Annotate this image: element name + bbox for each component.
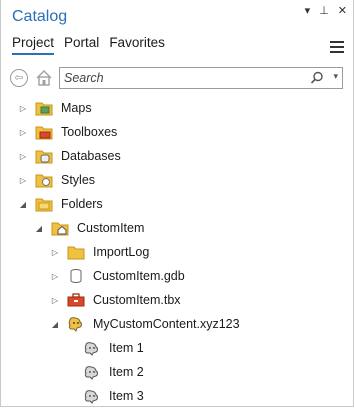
maps-folder-icon: [35, 100, 53, 116]
tab-project[interactable]: Project: [12, 35, 55, 55]
folder-icon: [67, 244, 85, 260]
toolbox-icon: [67, 292, 85, 308]
search-input[interactable]: [64, 70, 294, 86]
back-arrow-icon: ⇦: [10, 69, 28, 87]
collapse-arrow-icon[interactable]: ◢: [33, 224, 45, 233]
tree-item-folders[interactable]: ◢ Folders: [17, 192, 103, 216]
tree-item-label: Item 3: [109, 389, 144, 403]
tree-item-customitem-tbx[interactable]: ▷ CustomItem.tbx: [49, 288, 181, 312]
folders-icon: [35, 196, 53, 212]
close-icon[interactable]: ✕: [338, 5, 347, 17]
tree-item-mycustomcontent[interactable]: ◢ MyCustomContent.xyz123: [49, 312, 240, 336]
menu-icon[interactable]: [330, 41, 344, 56]
expand-arrow-icon[interactable]: ▷: [49, 296, 61, 305]
toolboxes-folder-icon: [35, 124, 53, 140]
custom-item-icon: [83, 388, 101, 404]
home-folder-icon: [51, 220, 69, 236]
tree-item-toolboxes[interactable]: ▷ Toolboxes: [17, 120, 117, 144]
tree-item-styles[interactable]: ▷ Styles: [17, 168, 95, 192]
catalog-pane: Catalog ▾ ⊥ ✕ Project Portal Favorites ⇦…: [0, 0, 354, 407]
search-icon[interactable]: [310, 71, 324, 85]
expand-arrow-icon[interactable]: ▷: [17, 128, 29, 137]
home-button[interactable]: [35, 69, 53, 87]
tree-item-label: Databases: [61, 149, 121, 163]
tab-favorites[interactable]: Favorites: [109, 35, 165, 55]
tree-item-databases[interactable]: ▷ Databases: [17, 144, 121, 168]
geodatabase-icon: [67, 268, 85, 284]
tree-item-label: Item 2: [109, 365, 144, 379]
tree-item-item-2[interactable]: Item 2: [65, 360, 144, 384]
expand-arrow-icon[interactable]: ▷: [17, 152, 29, 161]
pane-title: Catalog: [12, 8, 68, 25]
tree-item-label: ImportLog: [93, 245, 150, 259]
tree-item-label: CustomItem.tbx: [93, 293, 181, 307]
tree-item-label: CustomItem.gdb: [93, 269, 185, 283]
home-icon: [36, 70, 52, 86]
back-button[interactable]: ⇦: [10, 69, 28, 87]
expand-arrow-icon[interactable]: ▷: [49, 272, 61, 281]
tree-item-label: Toolboxes: [61, 125, 118, 139]
tree-item-item-1[interactable]: Item 1: [65, 336, 144, 360]
expand-arrow-icon[interactable]: ▷: [49, 248, 61, 257]
tab-bar: Project Portal Favorites: [12, 35, 165, 55]
custom-item-icon: [83, 364, 101, 380]
search-box: ▾: [59, 67, 343, 89]
tree-item-label: Maps: [61, 101, 92, 115]
styles-folder-icon: [35, 172, 53, 188]
tree-item-label: Item 1: [109, 341, 144, 355]
collapse-arrow-icon[interactable]: ◢: [17, 200, 29, 209]
tree-item-customitem-gdb[interactable]: ▷ CustomItem.gdb: [49, 264, 185, 288]
tree-item-maps[interactable]: ▷ Maps: [17, 96, 92, 120]
tree-item-label: Folders: [61, 197, 103, 211]
window-controls: ▾ ⊥ ✕: [305, 5, 347, 17]
tree-item-label: MyCustomContent.xyz123: [93, 317, 240, 331]
custom-content-icon: [67, 316, 85, 332]
tree-item-label: CustomItem: [77, 221, 145, 235]
tree-item-importlog[interactable]: ▷ ImportLog: [49, 240, 149, 264]
search-options-icon[interactable]: ▾: [333, 71, 338, 82]
collapse-arrow-icon[interactable]: ◢: [49, 320, 61, 329]
databases-folder-icon: [35, 148, 53, 164]
pin-icon[interactable]: ⊥: [319, 5, 329, 17]
tab-portal[interactable]: Portal: [64, 35, 99, 55]
tree-item-customitem-folder[interactable]: ◢ CustomItem: [33, 216, 144, 240]
pane-options-icon[interactable]: ▾: [305, 5, 311, 17]
custom-item-icon: [83, 340, 101, 356]
tree-item-label: Styles: [61, 173, 96, 187]
expand-arrow-icon[interactable]: ▷: [17, 104, 29, 113]
expand-arrow-icon[interactable]: ▷: [17, 176, 29, 185]
tree-item-item-3[interactable]: Item 3: [65, 384, 144, 408]
